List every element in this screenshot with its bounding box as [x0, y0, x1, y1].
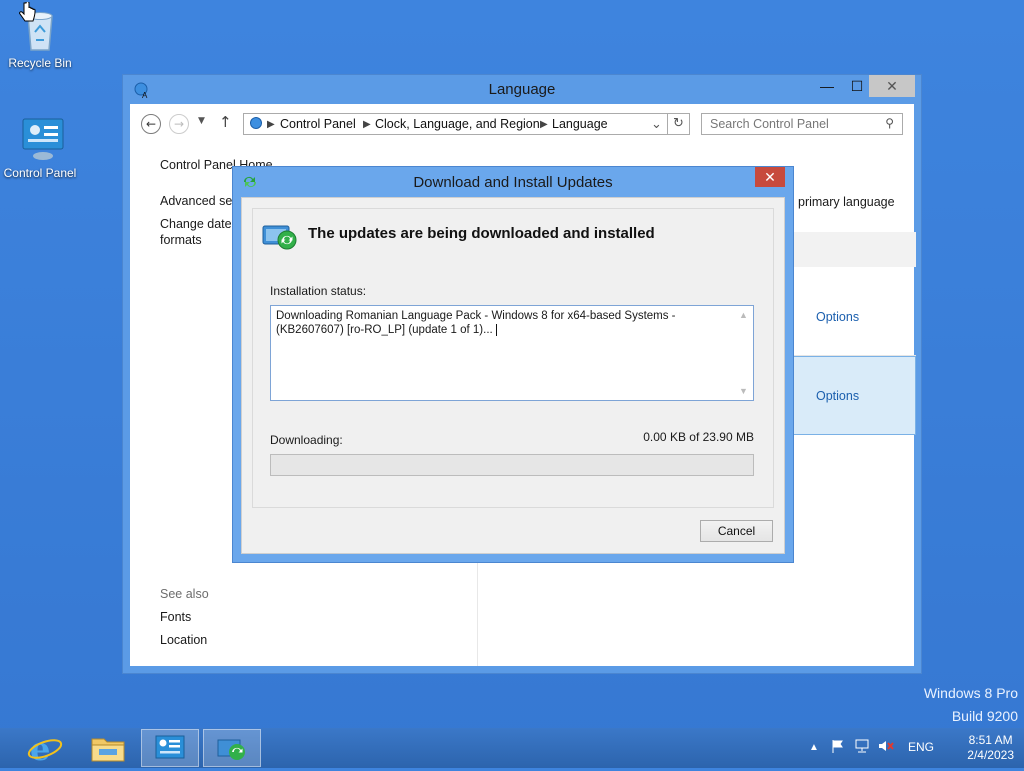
sidebar-link-formats[interactable]: formats [160, 233, 202, 247]
taskbar-internet-explorer[interactable]: e [16, 729, 74, 768]
installation-status-label: Installation status: [270, 284, 367, 298]
maximize-button[interactable]: ☐ [843, 75, 871, 97]
sidebar-link-advanced-settings[interactable]: Advanced sett [160, 194, 239, 208]
close-button[interactable]: ✕ [869, 75, 915, 97]
windows-edition-watermark: Windows 8 Pro [923, 685, 1018, 701]
show-hidden-icons-chevron-icon[interactable]: ▲ [809, 742, 819, 753]
recent-pages-dropdown-icon[interactable]: ▼ [198, 116, 205, 126]
desktop-icon-recycle-bin[interactable]: Recycle Bin [0, 6, 80, 70]
file-explorer-icon [91, 738, 125, 762]
breadcrumb-control-panel[interactable]: Control Panel [280, 117, 356, 131]
build-number-watermark: Build 9200 [951, 708, 1018, 724]
volume-muted-icon[interactable] [878, 739, 894, 756]
dialog-close-button[interactable]: ✕ [755, 167, 785, 187]
sidebar-link-location[interactable]: Location [160, 633, 207, 647]
windows-update-icon [262, 222, 298, 254]
download-install-updates-dialog: Download and Install Updates ✕ The updat… [232, 166, 794, 563]
download-size-text: 0.00 KB of 23.90 MB [643, 430, 754, 444]
see-also-heading: See also [160, 587, 209, 601]
taskbar-control-panel[interactable] [141, 729, 199, 767]
internet-explorer-icon: e [27, 730, 63, 768]
chevron-down-icon[interactable]: ⌄ [651, 116, 662, 132]
dialog-client-area: The updates are being downloaded and ins… [241, 197, 785, 554]
search-icon[interactable]: ⚲ [885, 116, 894, 130]
hand-cursor-icon [18, 1, 36, 30]
windows-update-icon [217, 739, 245, 760]
taskbar: e ▲ ENG 8:51 AM 2/4/2023 [0, 728, 1024, 768]
sidebar-link-change-date[interactable]: Change date, [160, 217, 235, 231]
breadcrumb-language[interactable]: Language [552, 117, 608, 131]
up-arrow-icon[interactable]: ↑ [219, 113, 232, 131]
sidebar-link-fonts[interactable]: Fonts [160, 610, 191, 624]
control-panel-icon [155, 735, 185, 759]
clock-time: 8:51 AM [968, 733, 1013, 747]
refresh-icon[interactable]: ↻ [668, 113, 690, 135]
dialog-title: Download and Install Updates [413, 174, 613, 191]
clock[interactable]: 8:51 AM 2/4/2023 [967, 733, 1014, 763]
search-input[interactable]: Search Control Panel ⚲ [701, 113, 903, 135]
clock-date: 2/4/2023 [967, 748, 1014, 762]
status-scrollbar[interactable]: ▲ ▼ [739, 308, 751, 398]
breadcrumb-clock-language-region[interactable]: Clock, Language, and Region [375, 117, 540, 131]
cancel-button[interactable]: Cancel [700, 520, 773, 542]
taskbar-windows-update[interactable] [203, 729, 261, 767]
dialog-heading: The updates are being downloaded and ins… [308, 225, 655, 242]
installation-status-textbox[interactable]: Downloading Romanian Language Pack - Win… [270, 305, 754, 401]
window-title: Language [488, 81, 556, 98]
desktop-icon-control-panel[interactable]: Control Panel [0, 116, 80, 180]
downloading-label: Downloading: [270, 433, 343, 447]
action-center-flag-icon[interactable] [831, 739, 845, 756]
primary-language-text: primary language [798, 195, 895, 209]
desktop-icon-label: Control Panel [3, 166, 77, 180]
download-progress-bar [270, 454, 754, 476]
input-language-indicator[interactable]: ENG [908, 740, 934, 754]
control-panel-icon [20, 116, 64, 164]
options-link-1[interactable]: Options [816, 310, 859, 324]
taskbar-file-explorer[interactable] [79, 729, 137, 767]
options-link-2[interactable]: Options [816, 389, 859, 403]
address-bar[interactable]: ▶ Control Panel ▶ Clock, Language, and R… [243, 113, 668, 135]
control-panel-small-icon [248, 116, 264, 135]
network-icon[interactable] [854, 739, 870, 756]
desktop-icon-label: Recycle Bin [8, 56, 72, 70]
minimize-button[interactable]: — [813, 75, 841, 97]
back-button[interactable]: ← [141, 114, 161, 134]
forward-button[interactable]: → [169, 114, 189, 134]
